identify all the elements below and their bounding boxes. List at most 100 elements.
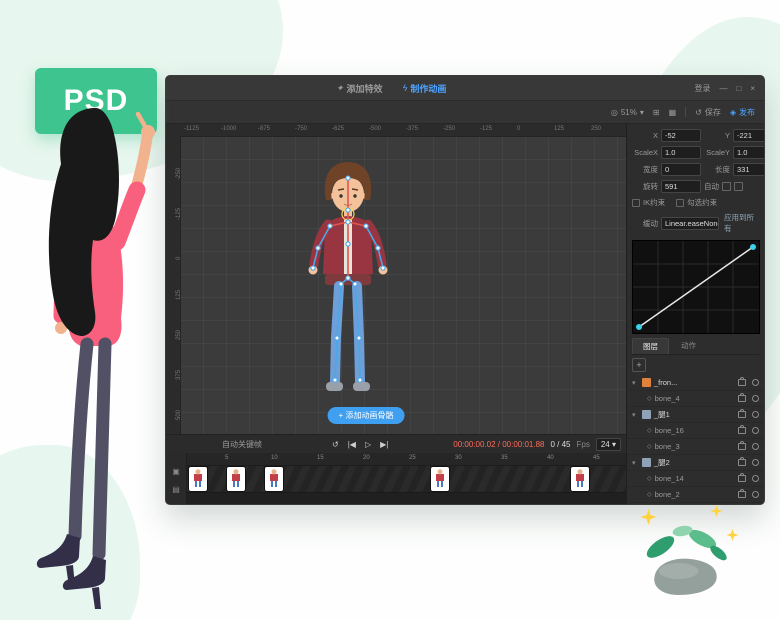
- lock-icon[interactable]: [738, 443, 746, 450]
- layer-bone-row[interactable]: ◇ bone_2: [627, 487, 764, 503]
- toolbar: ◎ 51% ▾ ⊞ ▦ ↺ 保存 ◈ 发布: [166, 101, 764, 124]
- frame-label: 30: [455, 455, 462, 461]
- minimize-icon[interactable]: —: [719, 84, 727, 93]
- layer-group-row[interactable]: ▾ _腿1: [627, 407, 764, 423]
- layer-bone-row[interactable]: ◇ bone_16: [627, 423, 764, 439]
- visibility-icon[interactable]: [752, 427, 759, 434]
- layer-bone-row[interactable]: ◇ bone_3: [627, 439, 764, 455]
- layer-group-row[interactable]: ▾ _fron...: [627, 375, 764, 391]
- keyframe-thumbnail[interactable]: [227, 467, 245, 491]
- toolbar-divider: [685, 107, 686, 117]
- save-button[interactable]: ↺ 保存: [695, 107, 721, 118]
- ruler-label: 125: [176, 290, 182, 300]
- layer-bone-row[interactable]: ◇ bone_4: [627, 391, 764, 407]
- auto-keyframe-toggle[interactable]: 自动关键帧: [222, 439, 262, 450]
- width-input[interactable]: 0: [661, 163, 701, 176]
- layer-name: _腿2: [654, 457, 670, 468]
- tab-layers[interactable]: 图层: [632, 338, 669, 354]
- caret-down-icon[interactable]: ▾: [632, 459, 639, 467]
- login-link[interactable]: 登录: [694, 83, 710, 94]
- curve-start-handle[interactable]: [636, 324, 642, 330]
- caret-down-icon[interactable]: ▾: [632, 411, 639, 419]
- publish-icon: ◈: [730, 108, 736, 117]
- visibility-icon[interactable]: [752, 459, 759, 466]
- tab-add-effects[interactable]: ✦ 添加特效: [336, 82, 383, 95]
- layer-name: bone_14: [655, 474, 684, 483]
- ik-left-label: IK约束: [643, 197, 665, 208]
- visibility-icon[interactable]: [752, 443, 759, 450]
- lock-icon[interactable]: [738, 459, 746, 466]
- lock-icon[interactable]: [738, 411, 746, 418]
- close-icon[interactable]: ×: [750, 84, 755, 93]
- lock-icon[interactable]: [738, 379, 746, 386]
- layer-name: _fron...: [654, 378, 677, 387]
- y-label: Y: [704, 131, 730, 140]
- zoom-control[interactable]: ◎ 51% ▾: [611, 108, 644, 117]
- tab-make-animation[interactable]: ϟ 制作动画: [403, 82, 447, 95]
- scalex-input[interactable]: 1.0: [661, 146, 701, 159]
- titlebar-tabs: ✦ 添加特效 ϟ 制作动画: [336, 82, 446, 95]
- prev-frame-icon[interactable]: |◀: [348, 440, 356, 449]
- scaley-input[interactable]: 1.0: [733, 146, 765, 159]
- chevron-down-icon: ▾: [612, 440, 616, 449]
- keyframe-track[interactable]: [187, 466, 626, 492]
- ruler-label: 375: [176, 370, 182, 380]
- curve-end-handle[interactable]: [750, 244, 756, 250]
- add-bone-button[interactable]: + 添加动画骨骼: [328, 407, 405, 424]
- lock-icon[interactable]: [738, 491, 746, 498]
- easing-curve-editor[interactable]: [632, 240, 760, 334]
- grid-toggle-icon[interactable]: ▦: [669, 108, 677, 117]
- ruler-label: 250: [176, 330, 182, 340]
- add-layer-button[interactable]: +: [632, 358, 646, 372]
- auto-toggle-icon[interactable]: [722, 182, 731, 191]
- save-button-label: 保存: [705, 107, 721, 118]
- visibility-icon[interactable]: [752, 491, 759, 498]
- rotation-input[interactable]: 591: [661, 180, 701, 193]
- visibility-icon[interactable]: [752, 411, 759, 418]
- timeline: ▣ ▤ 5 10 15 20 25 30 35 40: [166, 453, 626, 505]
- timeline-ruler[interactable]: 5 10 15 20 25 30 35 40 45: [187, 453, 626, 466]
- length-input[interactable]: 331: [733, 163, 765, 176]
- visibility-icon[interactable]: [752, 379, 759, 386]
- width-label: 宽度: [632, 164, 658, 175]
- layer-thumbnail: [642, 378, 651, 387]
- visibility-icon[interactable]: [752, 395, 759, 402]
- caret-down-icon[interactable]: ▾: [632, 379, 639, 387]
- publish-button[interactable]: ◈ 发布: [730, 107, 755, 118]
- lock-icon[interactable]: [738, 475, 746, 482]
- timeline-subtrack[interactable]: [187, 492, 626, 505]
- visibility-icon[interactable]: [752, 475, 759, 482]
- bone-icon: ◇: [647, 395, 652, 402]
- next-frame-icon[interactable]: ▶|: [380, 440, 388, 449]
- woman-legs: [75, 344, 105, 554]
- tab-actions[interactable]: 动作: [671, 338, 706, 354]
- bone-icon: ◇: [647, 475, 652, 482]
- y-input[interactable]: -221: [733, 129, 765, 142]
- character-rig[interactable]: [298, 158, 398, 416]
- lock-icon[interactable]: [738, 427, 746, 434]
- keyframe-thumbnail[interactable]: [265, 467, 283, 491]
- play-icon[interactable]: ▷: [365, 440, 371, 449]
- inspector-panel: X -52 Y -221 ScaleX 1.0 ScaleY 1.0 宽度 0 …: [626, 124, 764, 505]
- easing-select[interactable]: Linear.easeNone: [661, 217, 719, 230]
- ik-select-checkbox[interactable]: [676, 199, 684, 207]
- keyframe-thumbnail[interactable]: [431, 467, 449, 491]
- fps-select[interactable]: 24 ▾: [596, 438, 621, 451]
- animation-canvas[interactable]: + 添加动画骨骼: [180, 136, 626, 434]
- apply-to-all-link[interactable]: 应用到所有: [724, 212, 759, 234]
- plant-rock: [654, 559, 716, 595]
- x-input[interactable]: -52: [661, 129, 701, 142]
- ik-checkbox[interactable]: [632, 199, 640, 207]
- layer-bone-row[interactable]: ◇ bone_14: [627, 471, 764, 487]
- add-canvas-icon[interactable]: ⊞: [653, 108, 660, 117]
- fps-value: 24: [601, 440, 610, 449]
- lock-icon[interactable]: [738, 395, 746, 402]
- tab-make-animation-label: 制作动画: [410, 82, 446, 95]
- frame-label: 10: [271, 455, 278, 461]
- layer-group-row[interactable]: ▾ _腿2: [627, 455, 764, 471]
- link-toggle-icon[interactable]: [734, 182, 743, 191]
- maximize-icon[interactable]: □: [736, 84, 741, 93]
- layer-thumbnail: [642, 458, 651, 467]
- loop-icon[interactable]: ↺: [332, 440, 339, 449]
- keyframe-thumbnail[interactable]: [571, 467, 589, 491]
